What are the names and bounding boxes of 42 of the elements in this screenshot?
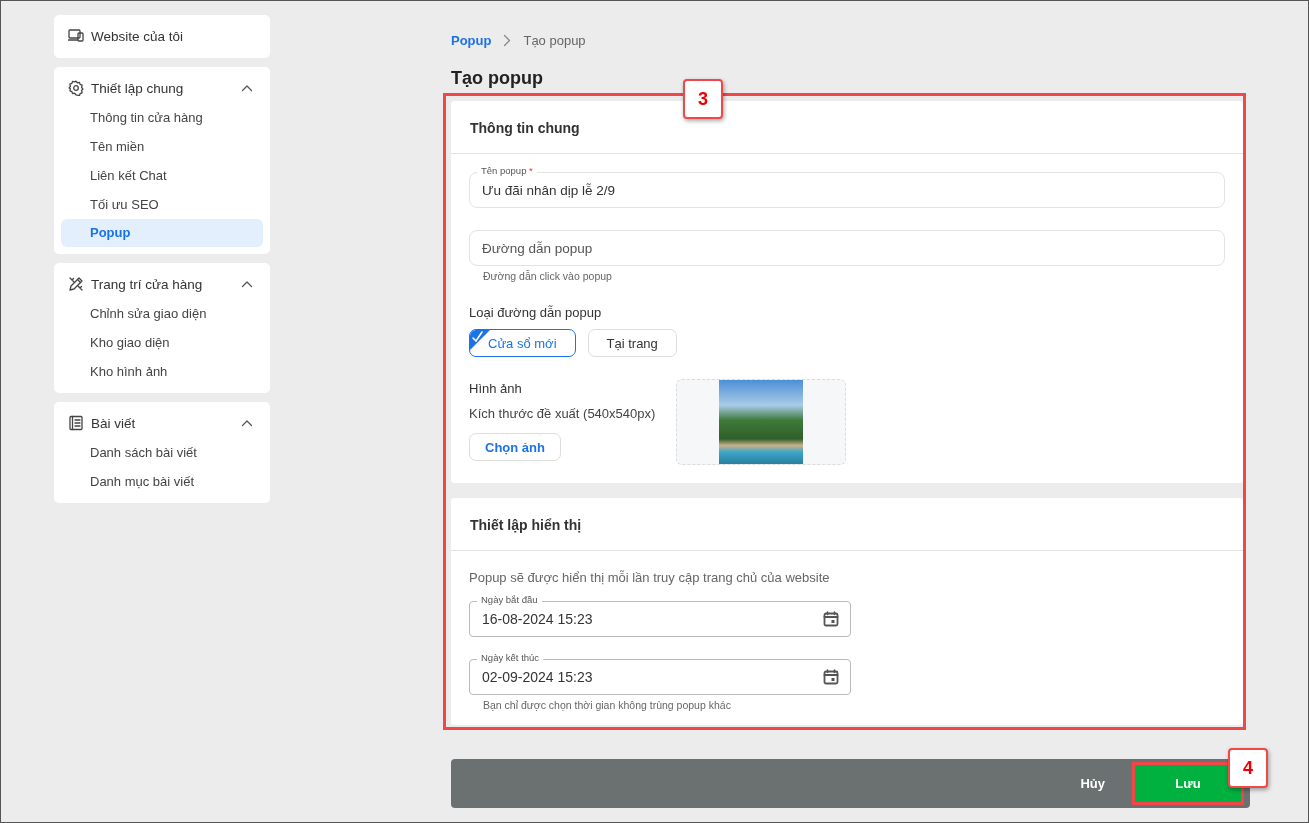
sidebar-item[interactable]: Danh sách bài viết [61,438,263,467]
description-text: Popup sẽ được hiển thị mỗi lần truy cập trang chủ của website [469,570,831,585]
popup-link-field[interactable]: Đường dẫn popup [469,230,1225,266]
sidebar-item[interactable]: Thông tin cửa hàng [61,103,263,132]
sidebar-item[interactable]: Kho hình ảnh [61,357,263,386]
settings-icon [68,80,84,96]
sidebar-item[interactable]: Popup [61,219,263,247]
check-icon [470,330,490,350]
breadcrumb-link[interactable]: Popup [451,33,492,48]
field-label: Tên popup * [477,165,537,177]
calendar-icon [822,668,840,686]
calendar-icon [822,610,840,628]
choose-image-button[interactable]: Chọn ảnh [469,433,561,461]
breadcrumb-current: Tạo popup [523,33,586,48]
link-type-label: Loại đường dẫn popup [469,305,603,320]
devices-icon [68,28,84,44]
sidebar-section-title[interactable]: Bài viết [91,415,234,431]
step-callout: 4 [1228,748,1268,788]
sidebar-item[interactable]: Kho giao diện [61,328,263,357]
card-title: Thiết lập hiển thị [451,498,1243,551]
sidebar-item[interactable]: Tối ưu SEO [61,190,263,219]
helper-text: Đường dẫn click vào popup [482,270,613,282]
sidebar-section-title[interactable]: Trang trí cửa hàng [91,276,234,292]
cancel-button[interactable]: Hủy [1078,772,1107,795]
link-type-option[interactable]: Tại trang [587,329,677,357]
field-label: Ngày kết thúc [477,652,544,664]
image-label: Hình ảnh [469,381,523,396]
field-label: Ngày bắt đầu [477,594,542,606]
image-upload-area[interactable] [676,379,846,465]
pencil-ruler-icon [68,276,84,292]
sidebar-item[interactable]: Liên kết Chat [61,161,263,190]
sidebar-item[interactable]: Tên miền [61,132,263,161]
sidebar-section-title[interactable]: Thiết lập chung [91,80,234,96]
sidebar-item[interactable]: Danh mục bài viết [61,467,263,496]
link-type-option[interactable]: Cửa sổ mới [469,329,576,357]
page-title: Tạo popup [451,67,544,89]
book-icon [68,415,84,431]
image-size-hint: Kích thước đề xuất (540x540px) [469,406,657,421]
sidebar-link[interactable]: Website của tôi [91,28,253,44]
chevron-right-icon [503,34,512,47]
sidebar-item[interactable]: Chỉnh sửa giao diện [61,299,263,328]
helper-text: Bạn chỉ được chọn thời gian không trùng popup khác [482,699,732,711]
